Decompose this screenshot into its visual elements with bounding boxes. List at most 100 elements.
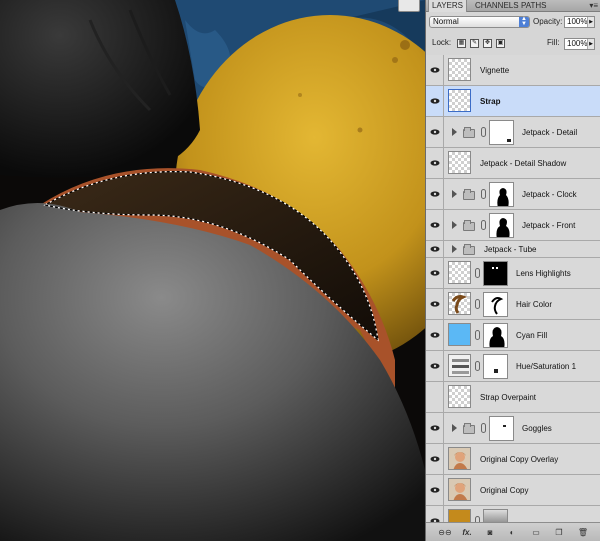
adjustment-icon[interactable] [448,354,471,377]
visibility-toggle[interactable] [426,506,444,522]
document-canvas[interactable] [0,0,425,541]
layer-group-row[interactable]: Goggles [426,413,600,444]
expand-triangle-icon[interactable] [452,190,457,198]
layer-name[interactable]: Lens Highlights [516,269,571,279]
layer-name[interactable]: Original Copy Overlay [480,455,558,465]
lock-position-icon[interactable]: ✥ [483,39,492,48]
opacity-field[interactable]: 100% ▶ [564,16,595,28]
link-icon[interactable] [481,127,486,137]
visibility-toggle[interactable] [426,86,444,116]
expand-triangle-icon[interactable] [452,128,457,136]
layer-name[interactable]: Cyan Fill [516,331,547,341]
layer-row[interactable]: Original Copy [426,475,600,506]
layer-name[interactable]: Jetpack - Clock [522,190,577,200]
visibility-toggle[interactable] [426,382,444,412]
tab-paths[interactable]: PATHS [518,0,549,12]
layer-name[interactable]: Jetpack - Detail [522,128,577,138]
tab-channels[interactable]: CHANNELS [472,0,522,12]
panel-menu-icon[interactable]: ▾≡ [589,0,598,11]
link-icon[interactable] [475,268,480,278]
visibility-toggle[interactable] [426,117,444,147]
lock-image-icon[interactable]: ✎ [470,39,479,48]
layer-thumbnail[interactable] [448,151,471,174]
layer-name[interactable]: Vignette [480,66,509,76]
new-layer-icon[interactable]: ❐ [553,527,565,538]
layer-thumbnail[interactable] [448,292,471,315]
fill-field[interactable]: 100% ▶ [564,38,595,50]
layer-row[interactable]: Original Copy Overlay [426,444,600,475]
layer-mask-thumbnail[interactable] [489,213,514,238]
visibility-toggle[interactable] [426,179,444,209]
link-icon[interactable] [481,220,486,230]
visibility-toggle[interactable] [426,413,444,443]
visibility-toggle[interactable] [426,241,444,257]
visibility-toggle[interactable] [426,475,444,505]
layer-row[interactable]: Lens Highlights [426,258,600,289]
layer-row[interactable]: Cyan Fill [426,320,600,351]
layer-mask-thumbnail[interactable] [489,182,514,207]
link-layers-icon[interactable]: ⊖⊖ [438,527,452,538]
layer-name[interactable]: Jetpack - Front [522,221,575,231]
visibility-toggle[interactable] [426,55,444,85]
layer-mask-thumbnail[interactable] [483,261,508,286]
visibility-toggle[interactable] [426,320,444,350]
layer-name[interactable]: Hair Color [516,300,552,310]
link-icon[interactable] [475,330,480,340]
layer-name[interactable]: Strap Overpaint [480,393,536,403]
visibility-toggle[interactable] [426,289,444,319]
layer-thumbnail[interactable] [448,385,471,408]
expand-triangle-icon[interactable] [452,245,457,253]
layer-row[interactable]: Jetpack - Detail Shadow [426,148,600,179]
layer-name[interactable]: Strap [480,97,500,107]
layer-name[interactable]: Hue/Saturation 1 [516,362,576,372]
layer-mask-thumbnail[interactable] [489,416,514,441]
layer-mask-thumbnail[interactable] [483,323,508,348]
adjustment-layer-icon[interactable]: ◐ [506,527,518,538]
tab-layers[interactable]: LAYERS [428,0,467,12]
visibility-toggle[interactable] [426,351,444,381]
new-group-icon[interactable]: ▭ [530,527,542,538]
layer-name[interactable]: Jetpack - Tube [484,245,536,255]
layer-group-row[interactable]: Jetpack - Front [426,210,600,241]
layer-mask-thumbnail[interactable] [483,354,508,379]
photo-thumbnail[interactable] [448,447,471,470]
layer-thumbnail[interactable] [448,58,471,81]
layer-mask-thumbnail[interactable] [489,120,514,145]
expand-triangle-icon[interactable] [452,221,457,229]
layer-thumbnail[interactable] [448,261,471,284]
photo-thumbnail[interactable] [448,478,471,501]
layer-thumbnail[interactable] [448,89,471,112]
visibility-toggle[interactable] [426,444,444,474]
layer-row[interactable]: Hue/Saturation 1 [426,351,600,382]
layer-group-row[interactable]: Jetpack - Clock [426,179,600,210]
layer-mask-thumbnail[interactable] [483,509,508,522]
blend-mode-select[interactable]: Normal ▲ ▼ [429,16,530,28]
link-icon[interactable] [475,299,480,309]
panel-options-button[interactable] [398,0,420,12]
fill-arrow-icon[interactable]: ▶ [587,39,594,49]
layer-list[interactable]: Vignette Strap Jetpack - Detail Jetpack … [426,55,600,522]
layer-mask-thumbnail[interactable] [483,292,508,317]
opacity-arrow-icon[interactable]: ▶ [587,17,594,27]
layer-row-partial[interactable] [426,506,600,522]
fill-color-thumbnail[interactable] [448,323,471,346]
layer-thumbnail[interactable] [448,509,471,522]
layer-name[interactable]: Goggles [522,424,552,434]
visibility-toggle[interactable] [426,148,444,178]
layer-name[interactable]: Original Copy [480,486,528,496]
visibility-toggle[interactable] [426,210,444,240]
link-icon[interactable] [475,361,480,371]
layer-row[interactable]: Hair Color [426,289,600,320]
link-icon[interactable] [481,189,486,199]
layer-group-row[interactable]: Jetpack - Detail [426,117,600,148]
layer-name[interactable]: Jetpack - Detail Shadow [480,159,566,169]
layer-row[interactable]: Strap Overpaint [426,382,600,413]
link-icon[interactable] [481,423,486,433]
lock-transparency-icon[interactable]: ▦ [457,39,466,48]
expand-triangle-icon[interactable] [452,424,457,432]
lock-all-icon[interactable]: ▣ [496,39,505,48]
layer-row[interactable]: Vignette [426,55,600,86]
trash-icon[interactable]: 🗑 [577,527,589,538]
visibility-toggle[interactable] [426,258,444,288]
fx-button[interactable]: fx. [460,527,474,538]
